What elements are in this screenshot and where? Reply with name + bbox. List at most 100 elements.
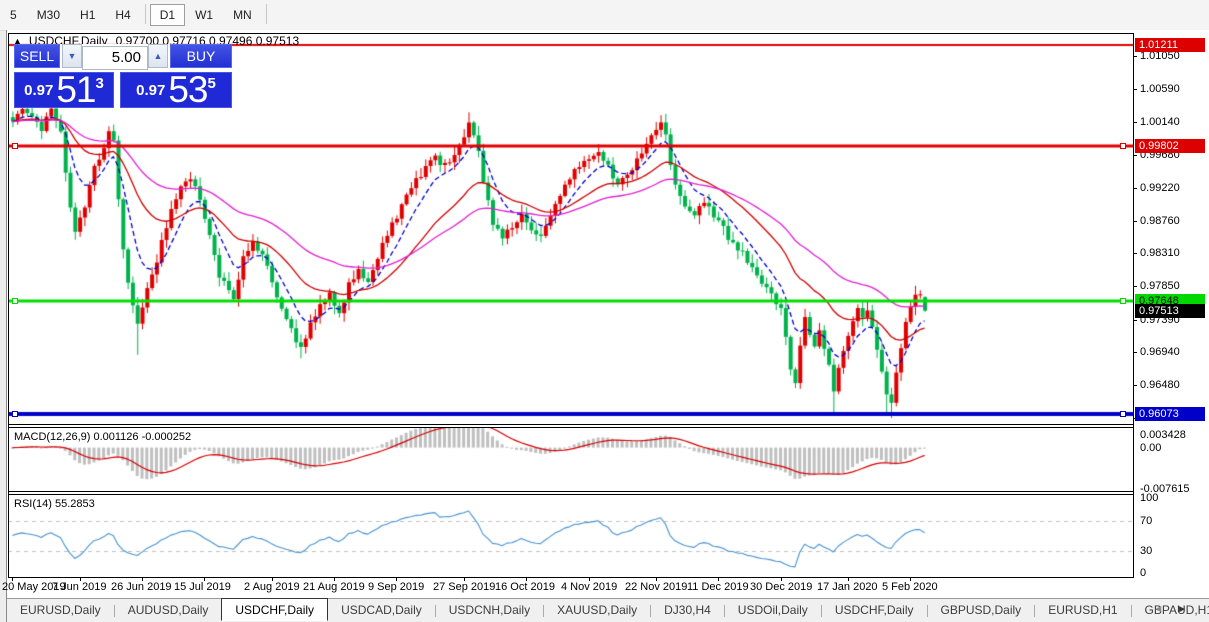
tab-dj30-h4[interactable]: DJ30,H4 [651, 599, 724, 620]
price-axis-tick [1133, 188, 1137, 189]
timeframe-button-d1[interactable]: D1 [149, 4, 186, 26]
tab-usdchf-daily-active[interactable]: USDCHF,Daily [221, 598, 329, 621]
hline-handle[interactable] [1120, 298, 1126, 304]
tab-usdoil-daily[interactable]: USDOil,Daily [725, 599, 821, 620]
date-axis-label: 2 Aug 2019 [244, 581, 300, 593]
tab-audusd-daily[interactable]: AUDUSD,Daily [115, 599, 222, 620]
price-tag-0.97513: 0.97513 [1135, 304, 1205, 318]
price-axis-label: 0.97850 [1140, 280, 1180, 292]
timeframe-button-m30[interactable]: M30 [27, 4, 70, 26]
rsi-label: RSI(14) 55.2853 [14, 498, 95, 510]
timeframe-button-5[interactable]: 5 [0, 4, 27, 26]
sell-price-prefix: 0.97 [24, 82, 54, 99]
trading-platform-window: 5 M30 H1 H4 D1 W1 MN ▲ USDCHF,Daily 0.97700 0.97… [0, 0, 1209, 622]
timeframe-button-mn[interactable]: MN [223, 4, 262, 26]
volume-input[interactable]: 5.00 [82, 46, 148, 70]
buy-price-box[interactable]: 0.97535 [120, 69, 232, 110]
macd-axis-label: 0.00 [1140, 442, 1162, 454]
date-axis-label: 16 Oct 2019 [495, 581, 555, 593]
arrow-up-icon: ▲ [153, 51, 163, 61]
arrow-down-icon: ▼ [67, 51, 77, 61]
date-axis-label: 11 Dec 2019 [687, 581, 749, 593]
rsi-axis-label: 0 [1140, 567, 1147, 579]
rsi-indicator-canvas[interactable] [8, 494, 1133, 577]
date-axis-label: 5 Feb 2020 [882, 581, 938, 593]
timeframe-button-w1[interactable]: W1 [185, 4, 223, 26]
rsi-axis-label: 100 [1140, 492, 1159, 504]
one-click-trading-panel: SELL ▼ 5.00 ▲ BUY 0.97513 0.97535 [14, 44, 232, 108]
date-axis-label: 15 Jul 2019 [174, 581, 231, 593]
hline-handle[interactable] [12, 298, 18, 304]
price-axis-label: 0.98310 [1140, 247, 1180, 259]
date-axis-label: 4 Nov 2019 [561, 581, 618, 593]
date-axis-label: 9 Sep 2019 [368, 581, 425, 593]
timeframe-button-h4[interactable]: H4 [105, 4, 140, 26]
price-axis-separator [1133, 33, 1134, 578]
timeframe-button-h1[interactable]: H1 [70, 4, 105, 26]
macd-pane-border [8, 427, 1134, 428]
rsi-pane-separator-top[interactable] [8, 491, 1134, 492]
date-axis-border [8, 577, 1134, 578]
buy-price-prefix: 0.97 [136, 82, 166, 99]
sell-button[interactable]: SELL [14, 44, 60, 68]
tab-usdcnh-daily[interactable]: USDCNH,Daily [436, 599, 543, 620]
toolbar-separator [144, 4, 146, 24]
volume-increase-button[interactable]: ▲ [148, 44, 168, 68]
tab-scroll-left-icon[interactable]: ◄ [1153, 604, 1177, 615]
macd-pane-separator-top[interactable] [8, 424, 1134, 425]
tab-eurusd-h1[interactable]: EURUSD,H1 [1035, 599, 1130, 620]
hline-handle[interactable] [12, 143, 18, 149]
price-axis-tick [1133, 286, 1137, 287]
price-axis-label: 1.00140 [1140, 116, 1180, 128]
buy-button[interactable]: BUY [170, 44, 232, 68]
price-axis-tick [1133, 221, 1137, 222]
volume-decrease-button[interactable]: ▼ [62, 44, 82, 68]
symbol-tab-bar: EURUSD,Daily AUDUSD,Daily USDCHF,Daily USDC… [7, 598, 1209, 622]
price-axis-label: 0.96480 [1140, 379, 1180, 391]
date-axis-label: 27 Sep 2019 [433, 581, 496, 593]
tab-xauusd-daily[interactable]: XAUUSD,Daily [544, 599, 650, 620]
price-axis-tick [1133, 352, 1137, 353]
tab-gbpusd-daily[interactable]: GBPUSD,Daily [928, 599, 1035, 620]
price-axis-tick [1133, 122, 1137, 123]
tab-usdchf-daily[interactable]: USDCHF,Daily [822, 599, 927, 620]
date-axis-label: 17 Jan 2020 [817, 581, 878, 593]
macd-label: MACD(12,26,9) 0.001126 -0.000252 [14, 431, 192, 443]
sell-price-big: 51 [56, 69, 96, 110]
price-tag-1.01211: 1.01211 [1135, 38, 1205, 52]
date-axis-label: 22 Nov 2019 [625, 581, 688, 593]
hline-handle[interactable] [1120, 411, 1126, 417]
date-axis-label: 30 Dec 2019 [750, 581, 813, 593]
price-axis-tick [1133, 253, 1137, 254]
hline-handle[interactable] [12, 411, 18, 417]
sell-price-sup: 3 [95, 75, 104, 92]
tab-scroll-arrows: ◄► [1153, 604, 1201, 615]
tab-scroll-right-icon[interactable]: ► [1177, 604, 1201, 615]
rsi-axis-label: 30 [1140, 545, 1153, 557]
rsi-axis-label: 70 [1140, 515, 1153, 527]
price-axis-tick [1133, 56, 1137, 57]
rsi-pane-border [8, 494, 1134, 495]
date-axis-label: 26 Jun 2019 [111, 581, 172, 593]
price-axis-label: 0.98760 [1140, 215, 1180, 227]
price-axis-label: 0.99220 [1140, 182, 1180, 194]
price-axis-tick [1133, 320, 1137, 321]
price-axis-label: 1.00590 [1140, 83, 1180, 95]
price-axis-tick [1133, 89, 1137, 90]
main-pane-left-border [8, 33, 9, 578]
price-tag-0.96073: 0.96073 [1135, 407, 1205, 421]
tab-usdcad-daily[interactable]: USDCAD,Daily [328, 599, 435, 620]
price-axis-tick [1133, 385, 1137, 386]
price-axis-tick [1133, 155, 1137, 156]
timeframe-toolbar: 5 M30 H1 H4 D1 W1 MN [0, 0, 1209, 31]
hline-handle[interactable] [1120, 143, 1126, 149]
price-tag-0.99802: 0.99802 [1135, 139, 1205, 153]
tab-eurusd-daily[interactable]: EURUSD,Daily [7, 599, 114, 620]
macd-axis-label: 0.003428 [1140, 429, 1186, 441]
buy-price-sup: 5 [207, 75, 216, 92]
price-axis-label: 0.96940 [1140, 346, 1180, 358]
date-axis-label: 21 Aug 2019 [303, 581, 365, 593]
date-axis-label: 7 Jun 2019 [52, 581, 107, 593]
sell-price-box[interactable]: 0.97513 [14, 69, 114, 110]
buy-price-big: 53 [168, 69, 208, 110]
